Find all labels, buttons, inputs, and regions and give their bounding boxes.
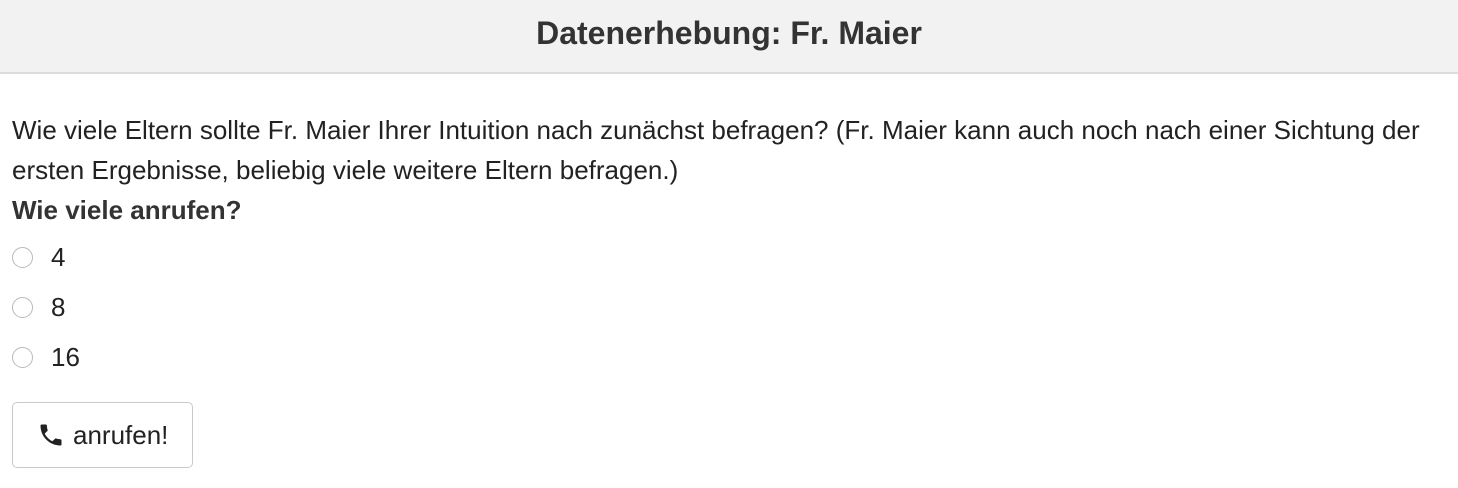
- radio-label: 16: [51, 341, 80, 372]
- radio-option-8[interactable]: 8: [12, 282, 1458, 332]
- radio-label: 4: [51, 241, 66, 272]
- radio-label: 8: [51, 291, 66, 322]
- radio-button[interactable]: [12, 296, 33, 318]
- radio-group: 4 8 16: [12, 232, 1458, 382]
- page-title: Datenerhebung: Fr. Maier: [536, 15, 922, 51]
- radio-button[interactable]: [12, 346, 33, 368]
- call-button[interactable]: anrufen!: [12, 402, 194, 468]
- main-content: Wie viele Eltern sollte Fr. Maier Ihrer …: [0, 110, 1458, 468]
- page-header: Datenerhebung: Fr. Maier: [0, 0, 1458, 74]
- phone-icon: [37, 421, 65, 449]
- subquestion-label: Wie viele anrufen?: [12, 195, 242, 225]
- radio-option-4[interactable]: 4: [12, 232, 1458, 282]
- call-button-label: anrufen!: [73, 419, 169, 450]
- radio-button[interactable]: [12, 246, 33, 268]
- question-text: Wie viele Eltern sollte Fr. Maier Ihrer …: [12, 115, 1420, 185]
- radio-option-16[interactable]: 16: [12, 332, 1458, 382]
